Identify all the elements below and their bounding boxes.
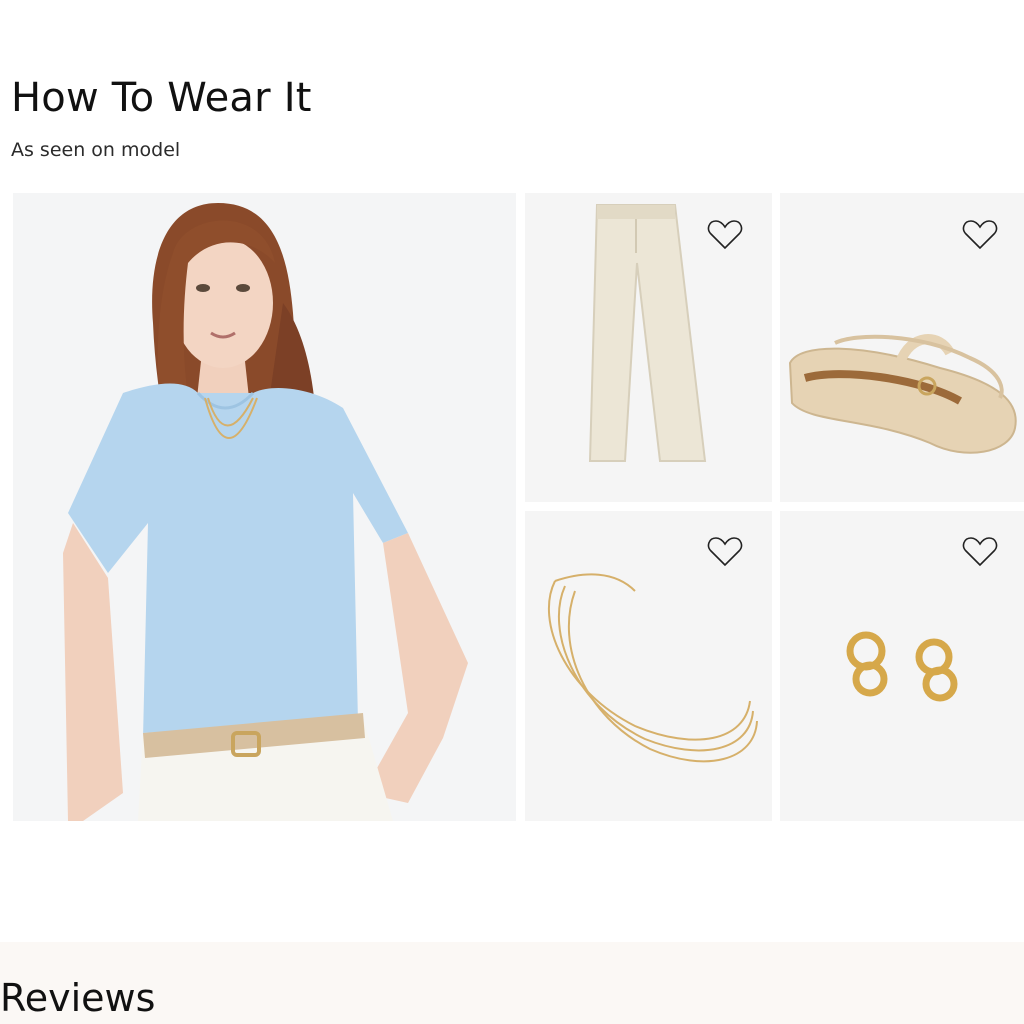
model-illustration bbox=[63, 203, 468, 821]
section-subtitle: As seen on model bbox=[11, 139, 181, 161]
model-image[interactable] bbox=[13, 193, 516, 821]
product-tile-pants[interactable] bbox=[525, 193, 772, 502]
heart-icon[interactable] bbox=[962, 218, 998, 252]
page: How To Wear It As seen on model Reviews bbox=[0, 0, 1024, 1024]
heart-icon[interactable] bbox=[962, 535, 998, 569]
product-tile-flats[interactable] bbox=[780, 193, 1024, 502]
product-tile-necklace[interactable] bbox=[525, 511, 772, 821]
product-tile-earrings[interactable] bbox=[780, 511, 1024, 821]
section-title: How To Wear It bbox=[11, 75, 312, 121]
reviews-title: Reviews bbox=[0, 976, 156, 1020]
heart-icon[interactable] bbox=[707, 218, 743, 252]
heart-icon[interactable] bbox=[707, 535, 743, 569]
